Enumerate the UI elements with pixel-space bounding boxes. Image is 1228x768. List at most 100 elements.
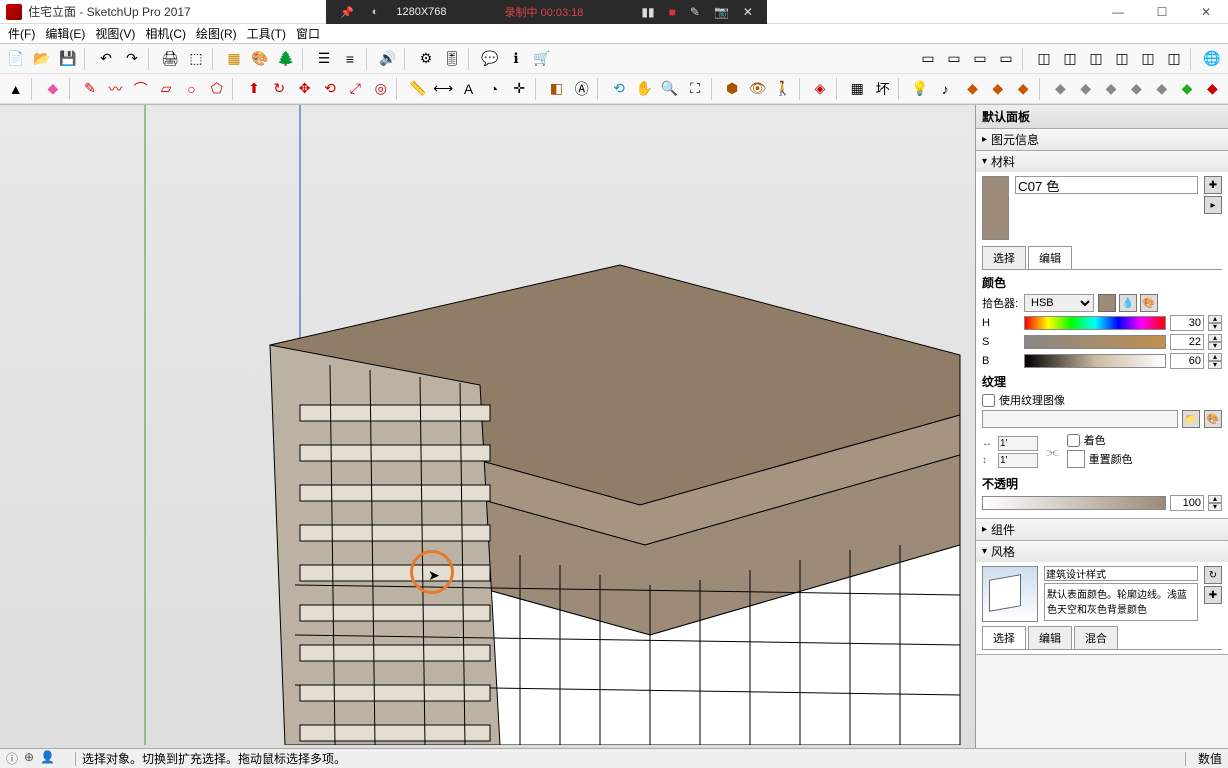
layers-icon[interactable]: ☰ xyxy=(312,47,336,71)
contrast-icon[interactable]: ◐ xyxy=(372,6,379,18)
hue-spinner[interactable]: ▴▾ xyxy=(1208,315,1222,331)
material-menu-icon[interactable]: ▸ xyxy=(1204,196,1222,214)
paint-icon[interactable]: 🎨 xyxy=(248,47,272,71)
proj2-icon[interactable]: ◫ xyxy=(1058,47,1082,71)
materials-tab-select[interactable]: 选择 xyxy=(982,246,1026,269)
view2-icon[interactable]: ▭ xyxy=(942,47,966,71)
hue-slider[interactable] xyxy=(1024,316,1166,330)
circle-icon[interactable]: ○ xyxy=(180,77,203,101)
pan-icon[interactable]: ✋ xyxy=(633,77,656,101)
note-icon[interactable]: ♪ xyxy=(933,77,956,101)
style-name-input[interactable] xyxy=(1044,566,1198,581)
component-icon[interactable]: ▦ xyxy=(222,47,246,71)
ext7-icon[interactable]: ◆ xyxy=(1125,77,1148,101)
styles-tab-mix[interactable]: 混合 xyxy=(1074,626,1118,649)
ext3-icon[interactable]: ◆ xyxy=(1011,77,1034,101)
cart-icon[interactable]: 🛒 xyxy=(530,47,554,71)
reset-swatch[interactable] xyxy=(1067,450,1085,468)
pushpull-icon[interactable]: ⬆ xyxy=(242,77,265,101)
texture-height-input[interactable] xyxy=(998,453,1038,468)
create-material-icon[interactable]: ✚ xyxy=(1204,176,1222,194)
style-thumbnail[interactable] xyxy=(982,566,1038,622)
colorize-checkbox[interactable] xyxy=(1067,434,1080,447)
3dtext-icon[interactable]: Ⓐ xyxy=(570,77,593,101)
camera-icon[interactable]: 📷 xyxy=(714,5,729,19)
adjust-icon[interactable]: 🎚 xyxy=(440,47,464,71)
print-icon[interactable]: 🖨 xyxy=(158,47,182,71)
opacity-slider[interactable] xyxy=(982,496,1166,510)
walk-icon[interactable]: 🚶 xyxy=(771,77,794,101)
proj5-icon[interactable]: ◫ xyxy=(1136,47,1160,71)
chat-icon[interactable]: 💬 xyxy=(478,47,502,71)
styles-tab-select[interactable]: 选择 xyxy=(982,626,1026,649)
match-icon[interactable]: 🎨 xyxy=(1140,294,1158,312)
opacity-input[interactable] xyxy=(1170,495,1204,511)
3d-viewport[interactable]: ➤ xyxy=(0,105,975,749)
dimension-icon[interactable]: ⟷ xyxy=(432,77,455,101)
freehand-icon[interactable]: 〰 xyxy=(104,77,127,101)
link-icon[interactable]: ⫘ xyxy=(1046,443,1059,460)
sat-input[interactable] xyxy=(1170,334,1204,350)
look-icon[interactable]: 👁 xyxy=(746,77,769,101)
rotate-icon[interactable]: ⟲ xyxy=(318,77,341,101)
ext10-icon[interactable]: ◆ xyxy=(1201,77,1224,101)
stop-icon[interactable]: ■ xyxy=(669,5,676,19)
scale-icon[interactable]: ⤢ xyxy=(344,77,367,101)
ext8-icon[interactable]: ◆ xyxy=(1150,77,1173,101)
eraser-icon[interactable]: ◆ xyxy=(41,77,64,101)
offset-icon[interactable]: ◎ xyxy=(369,77,392,101)
grid2-icon[interactable]: 坏 xyxy=(871,77,894,101)
undo-icon[interactable]: ↶ xyxy=(94,47,118,71)
redo-icon[interactable]: ↷ xyxy=(120,47,144,71)
proj4-icon[interactable]: ◫ xyxy=(1110,47,1134,71)
model-icon[interactable]: ⬚ xyxy=(184,47,208,71)
pause-icon[interactable]: ▮▮ xyxy=(641,5,654,19)
ext6-icon[interactable]: ◆ xyxy=(1099,77,1122,101)
tray-title[interactable]: 默认面板 xyxy=(976,105,1228,129)
ext1-icon[interactable]: ◆ xyxy=(961,77,984,101)
minimize-button[interactable]: — xyxy=(1096,0,1140,24)
style-update-icon[interactable]: ↻ xyxy=(1204,566,1222,584)
edit-icon[interactable]: ✎ xyxy=(690,5,700,19)
proj3-icon[interactable]: ◫ xyxy=(1084,47,1108,71)
bri-slider[interactable] xyxy=(1024,354,1166,368)
followme-icon[interactable]: ↻ xyxy=(268,77,291,101)
arc-icon[interactable]: ⌒ xyxy=(129,77,152,101)
line-icon[interactable]: ✎ xyxy=(78,77,101,101)
view1-icon[interactable]: ▭ xyxy=(916,47,940,71)
texture-width-input[interactable] xyxy=(998,436,1038,451)
new-icon[interactable]: 📄 xyxy=(4,47,28,71)
styles-tab-edit[interactable]: 编辑 xyxy=(1028,626,1072,649)
orbit-icon[interactable]: ⟲ xyxy=(607,77,630,101)
sandbox-icon[interactable]: ◈ xyxy=(808,77,831,101)
ext4-icon[interactable]: ◆ xyxy=(1049,77,1072,101)
components-header[interactable]: 组件 xyxy=(976,519,1228,540)
bri-input[interactable] xyxy=(1170,353,1204,369)
picker-mode-select[interactable]: HSB xyxy=(1024,294,1094,312)
menu-draw[interactable]: 绘图(R) xyxy=(192,24,241,43)
outliner-icon[interactable]: ≡ xyxy=(338,47,362,71)
ext2-icon[interactable]: ◆ xyxy=(986,77,1009,101)
styles-header[interactable]: 风格 xyxy=(976,541,1228,562)
sat-slider[interactable] xyxy=(1024,335,1166,349)
bri-spinner[interactable]: ▴▾ xyxy=(1208,353,1222,369)
material-name-input[interactable] xyxy=(1015,176,1198,194)
pin-icon[interactable]: 📌 xyxy=(340,6,354,19)
menu-camera[interactable]: 相机(C) xyxy=(141,24,190,43)
hue-input[interactable] xyxy=(1170,315,1204,331)
close-button[interactable]: ✕ xyxy=(1184,0,1228,24)
entity-info-header[interactable]: 图元信息 xyxy=(976,129,1228,150)
tape-icon[interactable]: 📏 xyxy=(406,77,429,101)
geo-icon[interactable]: ⊕ xyxy=(24,750,34,767)
material-swatch[interactable] xyxy=(982,176,1009,240)
axes-icon[interactable]: ✛ xyxy=(508,77,531,101)
menu-edit[interactable]: 编辑(E) xyxy=(41,24,89,43)
use-texture-checkbox[interactable] xyxy=(982,394,995,407)
browse-texture-icon[interactable]: 📁 xyxy=(1182,410,1200,428)
texture-path-field[interactable] xyxy=(982,410,1178,428)
menu-tools[interactable]: 工具(T) xyxy=(243,24,290,43)
menu-window[interactable]: 窗口 xyxy=(292,24,324,43)
protractor-icon[interactable]: ◔ xyxy=(482,77,505,101)
polygon-icon[interactable]: ⬠ xyxy=(205,77,228,101)
move-icon[interactable]: ✥ xyxy=(293,77,316,101)
